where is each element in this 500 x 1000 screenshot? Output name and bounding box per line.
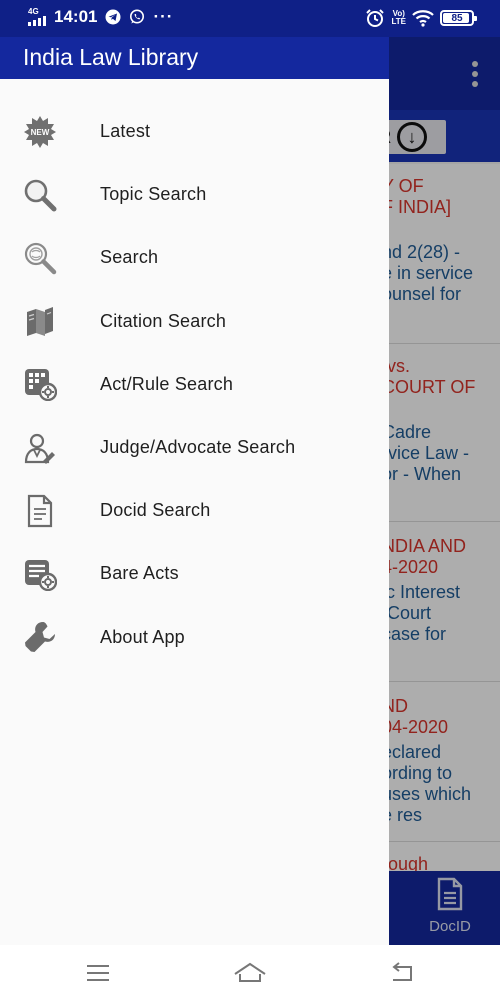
menu-item-label: Act/Rule Search: [100, 373, 234, 394]
menu-item-about-app[interactable]: About App: [0, 606, 389, 669]
alarm-icon: [366, 9, 385, 27]
app-title: India Law Library: [23, 44, 199, 70]
menu-item-citation-search[interactable]: Citation Search: [0, 290, 389, 353]
more-dots-icon: ···: [153, 7, 174, 26]
menu-item-label: Topic Search: [100, 184, 207, 205]
drawer-menu: NEW Latest Topic Search Search Citation …: [0, 79, 389, 669]
menu-item-label: About App: [100, 626, 185, 647]
navigation-drawer: India Law Library NEW Latest Topic Searc…: [0, 37, 389, 945]
telegram-icon: [105, 9, 121, 25]
menu-item-label: Latest: [100, 121, 151, 142]
battery-tip: [474, 16, 477, 21]
menu-item-docid-search[interactable]: Docid Search: [0, 479, 389, 542]
menu-icon[interactable]: [80, 959, 116, 987]
menu-item-label: Judge/Advocate Search: [100, 437, 296, 458]
search-globe-icon: [22, 240, 58, 276]
menu-item-label: Docid Search: [100, 500, 211, 521]
list-gear-icon: [22, 556, 58, 592]
menu-item-latest[interactable]: NEW Latest: [0, 100, 389, 163]
signal-bars-icon: [28, 16, 46, 26]
svg-text:NEW: NEW: [31, 128, 50, 137]
battery-level: 85: [451, 12, 463, 24]
home-icon[interactable]: [232, 959, 268, 987]
wifi-icon: [412, 10, 434, 27]
menu-item-judge-advocate-search[interactable]: Judge/Advocate Search: [0, 416, 389, 479]
volte-indicator: Vo) LTE: [391, 10, 406, 26]
judge-icon: [22, 430, 58, 466]
clock: 14:01: [54, 7, 98, 26]
menu-item-topic-search[interactable]: Topic Search: [0, 163, 389, 226]
menu-item-bare-acts[interactable]: Bare Acts: [0, 542, 389, 605]
wrench-icon: [22, 619, 58, 655]
grid-gear-icon: [22, 366, 58, 402]
document-icon: [22, 493, 58, 529]
drawer-header: India Law Library: [0, 37, 389, 79]
system-nav-bar: [0, 945, 500, 1000]
back-icon[interactable]: [383, 959, 419, 987]
menu-item-label: Citation Search: [100, 310, 227, 331]
status-bar: 4G 14:01 ··· Vo) LTE 85: [0, 0, 500, 37]
network-type: 4G: [28, 7, 39, 16]
books-icon: [22, 303, 58, 339]
lte-label: LTE: [391, 17, 406, 26]
magnifier-icon: [22, 177, 58, 213]
menu-item-label: Search: [100, 247, 159, 268]
menu-item-search[interactable]: Search: [0, 226, 389, 289]
battery-indicator: 85: [440, 10, 477, 26]
new-badge-icon: NEW: [22, 114, 58, 150]
menu-item-label: Bare Acts: [100, 563, 179, 584]
whatsapp-icon: [130, 9, 145, 24]
signal-indicator: 4G: [28, 8, 46, 26]
menu-item-act-rule-search[interactable]: Act/Rule Search: [0, 353, 389, 416]
